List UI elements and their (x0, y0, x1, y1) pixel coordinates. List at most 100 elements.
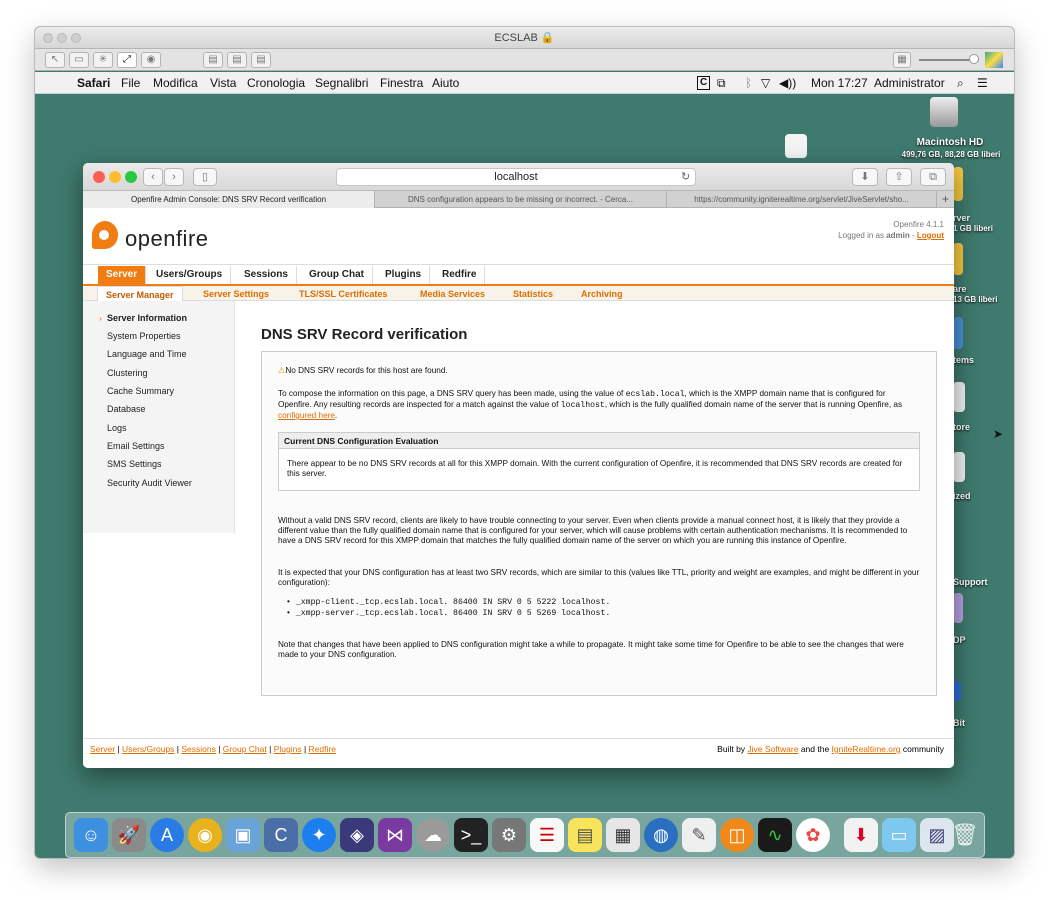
back-icon[interactable]: ‹ (143, 168, 163, 186)
downloads-stack-icon[interactable]: ⬇ (844, 818, 878, 852)
subtab-statistics[interactable]: Statistics (513, 288, 553, 301)
tab-redfire[interactable]: Redfire (434, 266, 486, 284)
menu-finestra[interactable]: Finestra (380, 76, 423, 90)
remote-desktop-icon[interactable]: C (264, 818, 298, 852)
toolbar-window-icon[interactable]: ▭ (69, 52, 89, 68)
sidebar-item-database[interactable]: Database (107, 404, 146, 414)
subtab-media-services[interactable]: Media Services (420, 288, 485, 301)
menubar-clock[interactable]: Mon 17:27 (811, 76, 868, 90)
terminal-icon[interactable]: >_ (454, 818, 488, 852)
document-icon[interactable] (953, 452, 965, 482)
menu-safari[interactable]: Safari (77, 76, 110, 90)
document-icon[interactable] (953, 382, 965, 412)
menu-vista[interactable]: Vista (210, 76, 236, 90)
subtab-server-settings[interactable]: Server Settings (203, 288, 269, 301)
subtab-tls-certificates[interactable]: TLS/SSL Certificates (299, 288, 387, 301)
sidebar-item-sms-settings[interactable]: SMS Settings (107, 459, 162, 469)
image-capture-icon[interactable]: ▦ (606, 818, 640, 852)
address-bar[interactable]: localhost (336, 168, 696, 186)
photos-icon[interactable]: ✿ (796, 818, 830, 852)
toolbar-pointer-icon[interactable]: ↖ (45, 52, 65, 68)
forward-icon[interactable]: › (164, 168, 184, 186)
display-icon[interactable]: ▦ (893, 52, 911, 68)
preview-icon[interactable]: ▣ (226, 818, 260, 852)
screen-share-icon[interactable]: ⧉ (717, 76, 726, 91)
hard-drive-icon[interactable] (930, 97, 958, 127)
app-icon[interactable] (953, 593, 963, 623)
visual-studio-icon[interactable]: ⋈ (378, 818, 412, 852)
sidebar-item-cache-summary[interactable]: Cache Summary (107, 386, 174, 396)
tab-plugins[interactable]: Plugins (377, 266, 431, 284)
footer-link-group-chat[interactable]: Group Chat (223, 744, 267, 754)
configured-here-link[interactable]: configured here (278, 411, 335, 420)
wifi-icon[interactable]: ▽ (761, 76, 770, 90)
notes-icon[interactable]: ▤ (568, 818, 602, 852)
footer-link-plugins[interactable]: Plugins (274, 744, 302, 754)
cloud-app-icon[interactable]: ☁ (416, 818, 450, 852)
sidebar-item-security-audit[interactable]: Security Audit Viewer (107, 478, 192, 488)
ibooks-icon[interactable]: ◫ (720, 818, 754, 852)
trash-icon[interactable]: 🗑 (948, 818, 982, 852)
new-tab-icon[interactable]: + (937, 191, 954, 208)
volume-icon[interactable]: ◀)) (779, 76, 796, 90)
folder-icon[interactable] (953, 167, 963, 201)
virtualbox-icon[interactable]: ◈ (340, 818, 374, 852)
logout-link[interactable]: Logout (917, 231, 944, 240)
bluetooth-icon[interactable]: ᛒ (745, 76, 752, 90)
tab-dns-search[interactable]: DNS configuration appears to be missing … (375, 191, 667, 208)
finder-icon[interactable]: ☺ (74, 818, 108, 852)
app-icon[interactable] (953, 317, 963, 349)
reload-icon[interactable]: ↻ (681, 170, 690, 183)
menu-aiuto[interactable]: Aiuto (432, 76, 459, 90)
menu-modifica[interactable]: Modifica (153, 76, 198, 90)
menubar-user[interactable]: Administrator (874, 76, 945, 90)
menu-file[interactable]: File (121, 76, 140, 90)
system-preferences-icon[interactable]: ⚙ (492, 818, 526, 852)
toolbar-paste-icon[interactable]: ▤ (227, 52, 247, 68)
menu-cronologia[interactable]: Cronologia (247, 76, 305, 90)
tab-users-groups[interactable]: Users/Groups (148, 266, 232, 284)
footer-jive-link[interactable]: Jive Software (747, 744, 798, 754)
footer-link-sessions[interactable]: Sessions (181, 744, 216, 754)
tab-openfire-admin[interactable]: Openfire Admin Console: DNS SRV Record v… (83, 191, 375, 208)
sidebar-item-clustering[interactable]: Clustering (107, 368, 148, 378)
sidebar-item-email-settings[interactable]: Email Settings (107, 441, 165, 451)
safari-minimize-button[interactable] (109, 171, 121, 183)
folder-icon[interactable] (953, 243, 963, 275)
fullscreen-icon[interactable] (985, 52, 1003, 68)
sidebar-item-logs[interactable]: Logs (107, 423, 127, 433)
safari-close-button[interactable] (93, 171, 105, 183)
spotlight-icon[interactable]: ⌕ (957, 76, 964, 91)
sidebar-item-language-time[interactable]: Language and Time (107, 349, 187, 359)
toolbar-fit-icon[interactable]: ⤢ (117, 52, 137, 68)
chrome-icon[interactable]: ◉ (188, 818, 222, 852)
coffee-app-icon[interactable] (785, 134, 807, 158)
menu-segnalibri[interactable]: Segnalibri (315, 76, 368, 90)
subtab-server-manager[interactable]: Server Manager (97, 286, 183, 302)
toolbar-copy-icon[interactable]: ▤ (251, 52, 271, 68)
launchpad-icon[interactable]: 🚀 (112, 818, 146, 852)
safari-zoom-button[interactable] (125, 171, 137, 183)
footer-ignite-link[interactable]: IgniteRealtime.org (832, 744, 901, 754)
app-icon[interactable] (953, 681, 961, 701)
c-status-icon[interactable]: C (697, 76, 711, 90)
sidebar-item-system-properties[interactable]: System Properties (107, 331, 181, 341)
footer-link-users-groups[interactable]: Users/Groups (122, 744, 174, 754)
sidebar-item-server-information[interactable]: Server Information (107, 313, 187, 323)
downloads-icon[interactable]: ⬇ (852, 168, 878, 186)
reminders-icon[interactable]: ☰ (530, 818, 564, 852)
tab-sessions[interactable]: Sessions (236, 266, 297, 284)
folder-stack-icon[interactable]: ▭ (882, 818, 916, 852)
subtab-archiving[interactable]: Archiving (581, 288, 623, 301)
tabs-overview-icon[interactable]: ⧉ (920, 168, 946, 186)
network-globe-icon[interactable]: ◍ (644, 818, 678, 852)
tab-server[interactable]: Server (98, 266, 147, 284)
notification-center-icon[interactable]: ☰ (977, 76, 988, 90)
sidebar-toggle-icon[interactable]: ▯ (193, 168, 217, 186)
tab-group-chat[interactable]: Group Chat (301, 266, 373, 284)
slider-knob[interactable] (969, 54, 979, 64)
toolbar-expand-icon[interactable]: ✳ (93, 52, 113, 68)
safari-icon[interactable]: ✦ (302, 818, 336, 852)
toolbar-camera-icon[interactable]: ◉ (141, 52, 161, 68)
app-store-icon[interactable]: A (150, 818, 184, 852)
